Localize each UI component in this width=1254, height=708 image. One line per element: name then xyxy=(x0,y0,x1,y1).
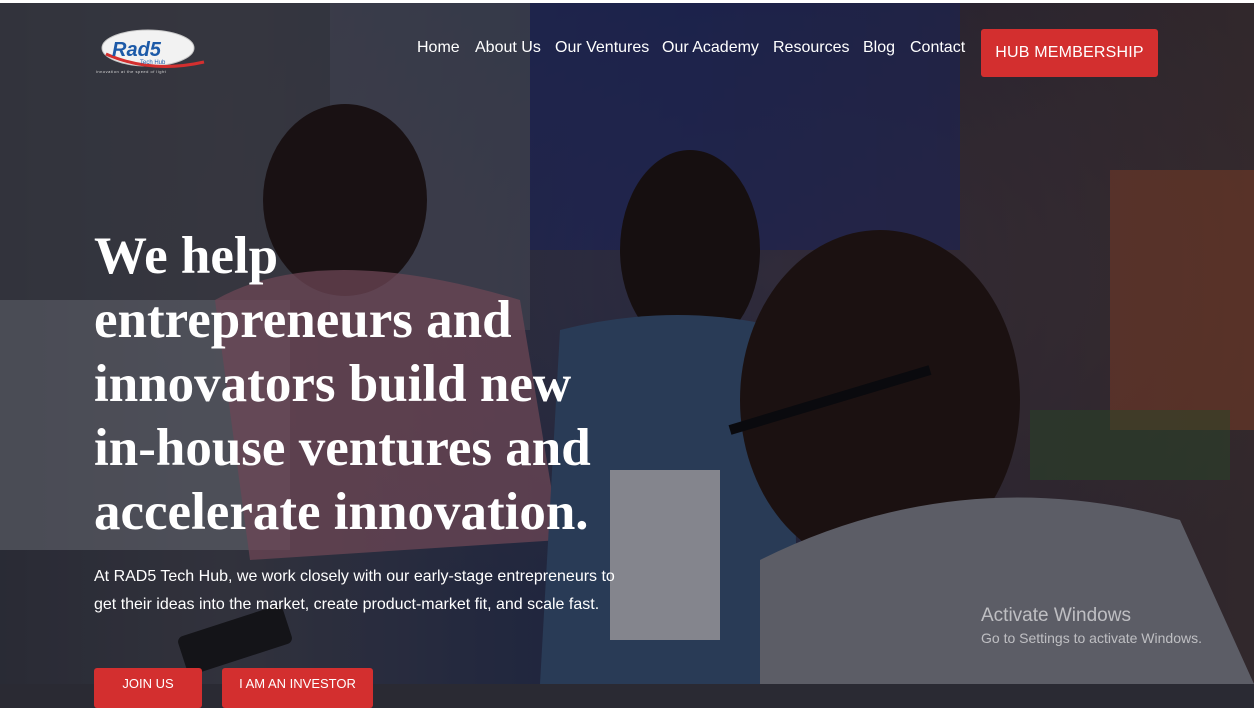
logo-subtext: Tech Hub xyxy=(140,60,166,66)
nav-our-academy[interactable]: Our Academy xyxy=(662,38,759,58)
nav-home-label[interactable]: Home xyxy=(417,39,460,57)
headline-line: entrepreneurs and xyxy=(94,291,512,349)
logo-wordmark: Rad5 xyxy=(112,39,162,61)
intro-line: get their ideas into the market, create … xyxy=(94,596,600,613)
activate-windows-subtitle: Go to Settings to activate Windows. xyxy=(981,630,1202,646)
nav-about-us-label[interactable]: About Us xyxy=(475,39,541,57)
hero-headline: We help entrepreneurs and innovators bui… xyxy=(94,224,654,544)
headline-line: We help xyxy=(94,227,279,285)
investor-button[interactable]: I AM AN INVESTOR xyxy=(222,668,373,708)
nav-resources-label[interactable]: Resources xyxy=(773,39,849,57)
nav-our-academy-label[interactable]: Our Academy xyxy=(662,39,759,57)
activate-windows-title: Activate Windows xyxy=(981,605,1131,626)
nav-contact[interactable]: Contact xyxy=(910,38,965,58)
nav-our-ventures-label[interactable]: Our Ventures xyxy=(555,39,649,57)
top-border xyxy=(0,0,1254,3)
nav-blog-label[interactable]: Blog xyxy=(863,39,895,57)
nav-our-ventures[interactable]: Our Ventures xyxy=(555,38,649,58)
headline-line: accelerate innovation. xyxy=(94,483,589,541)
hub-membership-button[interactable]: HUB MEMBERSHIP xyxy=(981,29,1158,77)
join-us-button[interactable]: JOIN US xyxy=(94,668,202,708)
nav-blog[interactable]: Blog xyxy=(863,38,895,58)
hero-intro-text: At RAD5 Tech Hub, we work closely with o… xyxy=(94,563,634,619)
intro-line: At RAD5 Tech Hub, we work closely with o… xyxy=(94,568,615,585)
headline-line: in-house ventures and xyxy=(94,419,591,477)
headline-line: innovators build new xyxy=(94,355,572,413)
nav-resources[interactable]: Resources xyxy=(773,38,849,58)
logo-tagline: innovation at the speed of light xyxy=(96,69,167,74)
nav-about-us[interactable]: About Us xyxy=(475,38,541,58)
nav-home[interactable]: Home xyxy=(417,38,460,58)
nav-contact-label[interactable]: Contact xyxy=(910,39,965,57)
